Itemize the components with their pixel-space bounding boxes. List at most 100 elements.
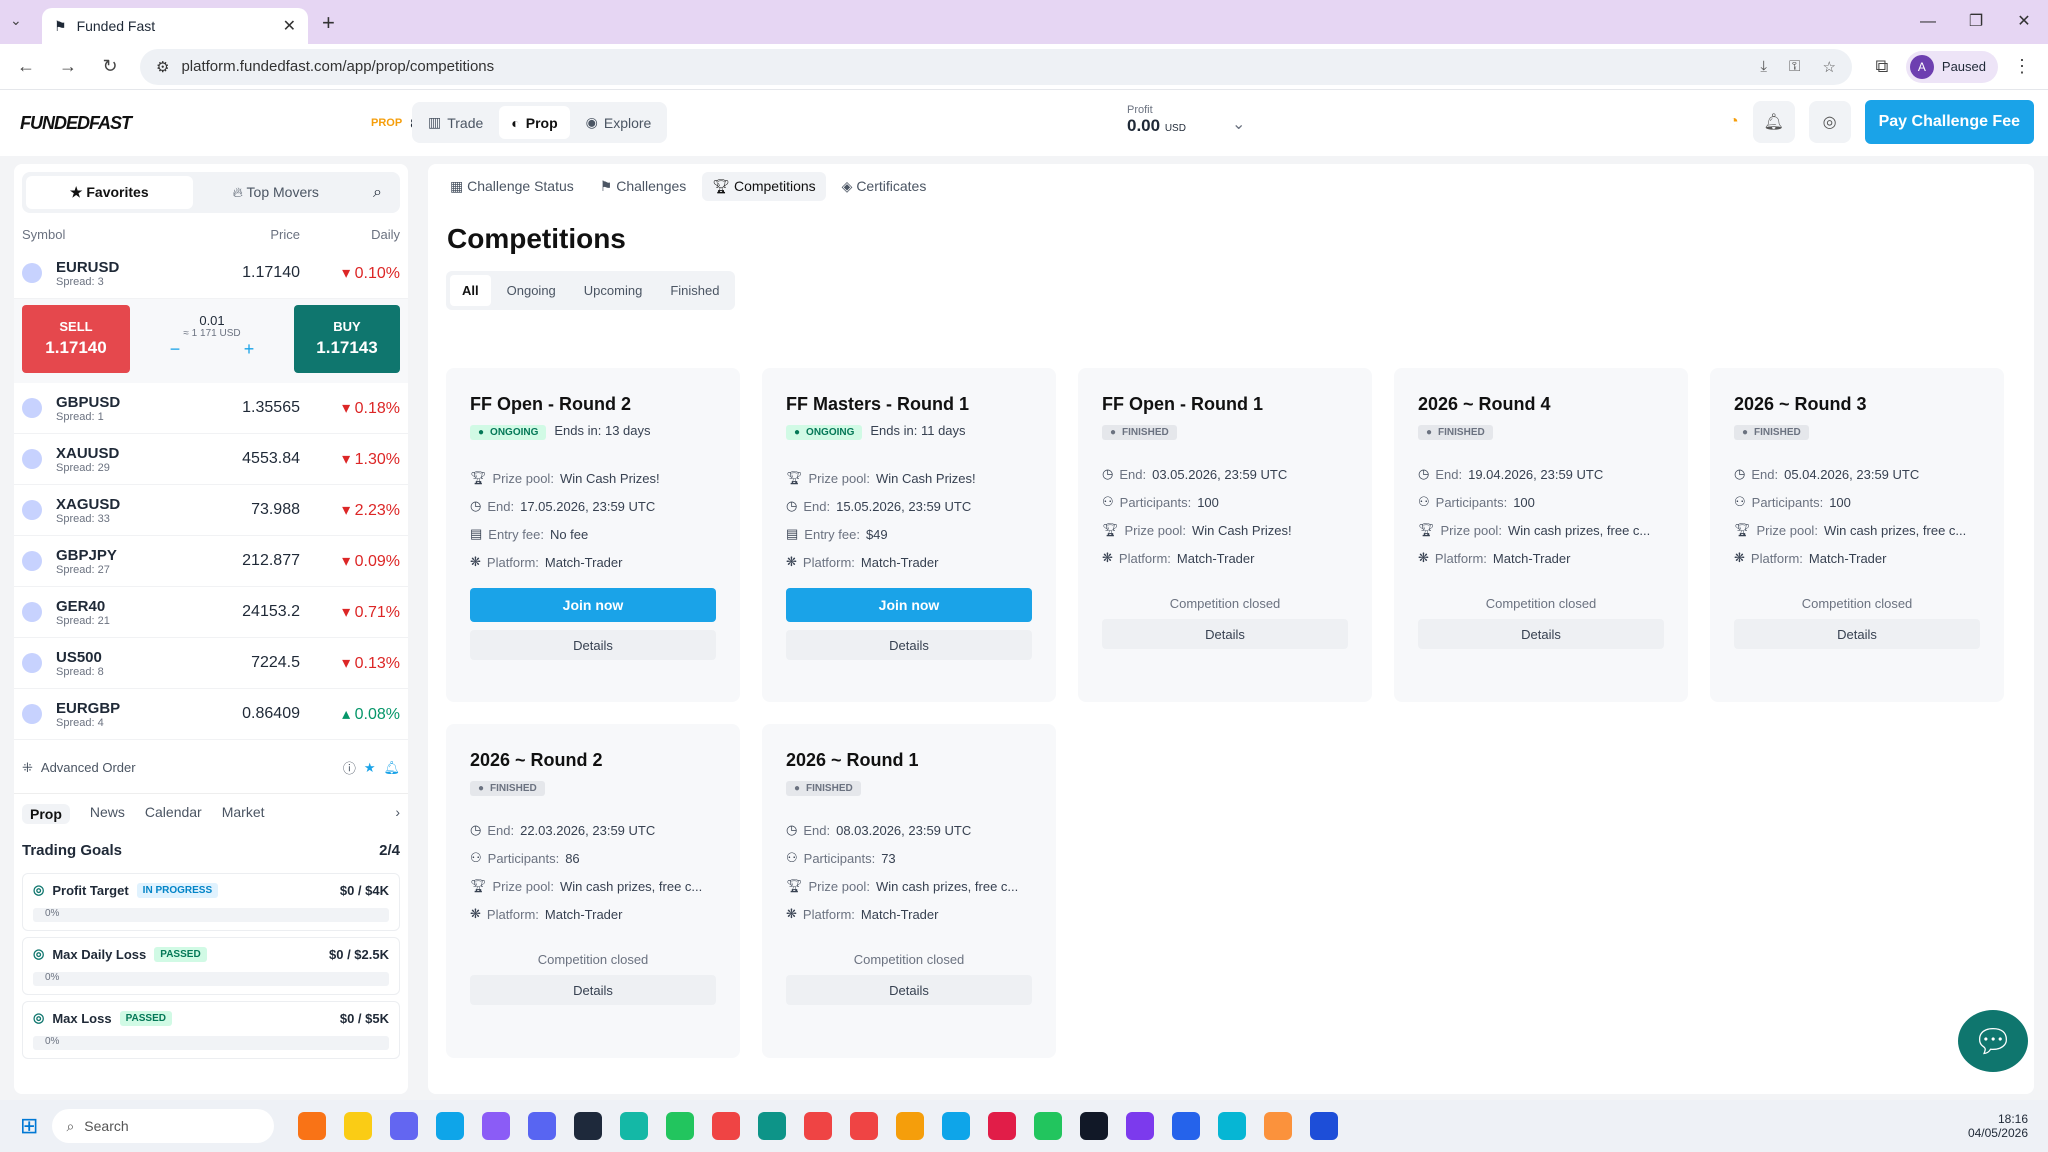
teams-icon[interactable]: [390, 1112, 419, 1140]
filter-ongoing[interactable]: Ongoing: [495, 275, 568, 306]
slack-icon[interactable]: [988, 1112, 1017, 1140]
symbol-row[interactable]: XAGUSD Spread: 33 73.988 ▾ 2.23%: [14, 485, 408, 536]
nav-explore[interactable]: ◉ Explore: [574, 106, 664, 139]
tab-favorites[interactable]: ★ Favorites: [26, 176, 193, 209]
back-icon[interactable]: ←: [8, 56, 44, 77]
drive-icon[interactable]: [666, 1112, 695, 1140]
profile-button[interactable]: A Paused: [1905, 50, 1998, 83]
minus-icon[interactable]: −: [170, 339, 181, 360]
chrome-icon[interactable]: [804, 1112, 833, 1140]
symbol-row[interactable]: EURGBP Spread: 4 0.86409 ▴ 0.08%: [14, 689, 408, 740]
discord-icon[interactable]: [528, 1112, 557, 1140]
details-button[interactable]: Details: [1418, 619, 1664, 649]
details-button[interactable]: Details: [470, 630, 716, 660]
user-icon[interactable]: ◎: [1808, 101, 1851, 143]
minimize-icon[interactable]: —: [1904, 0, 1952, 44]
vpn-icon[interactable]: [574, 1112, 603, 1140]
advanced-order-row[interactable]: ⁜ Advanced Order ⓘ ★ 🔔︎: [14, 750, 408, 785]
star-icon[interactable]: ★: [364, 760, 376, 776]
info-row: ⚇ Participants: 100: [1734, 494, 1851, 510]
plus-icon[interactable]: +: [244, 339, 255, 360]
url-bar[interactable]: ⚙ platform.fundedfast.com/app/prop/compe…: [140, 48, 1852, 85]
chat-icon[interactable]: 💬︎: [1958, 1010, 2028, 1072]
close-window-icon[interactable]: ✕: [2000, 0, 2048, 44]
word-icon[interactable]: [1310, 1112, 1339, 1140]
tab-top-movers[interactable]: 🔥︎ Top Movers: [193, 176, 360, 209]
restore-icon[interactable]: ❐: [1952, 0, 2000, 44]
app-icon[interactable]: [1126, 1112, 1155, 1140]
info-icon[interactable]: ⓘ: [343, 758, 356, 777]
extensions-icon[interactable]: ⧉: [1864, 56, 1900, 77]
nav-prop[interactable]: ◐ Prop: [499, 106, 570, 139]
folder-icon[interactable]: [344, 1112, 373, 1140]
tab-calendar[interactable]: Calendar: [145, 804, 202, 824]
join-now-button[interactable]: Join now: [470, 588, 716, 622]
reload-icon[interactable]: ↻: [92, 56, 128, 77]
outlook-icon[interactable]: [436, 1112, 465, 1140]
symbol-row[interactable]: GBPUSD Spread: 1 1.35565 ▾ 0.18%: [14, 383, 408, 434]
tab-competitions[interactable]: 🏆︎ Competitions: [702, 172, 826, 201]
app-icon[interactable]: [1264, 1112, 1293, 1140]
tab-news[interactable]: News: [90, 804, 125, 824]
system-clock[interactable]: 18:16 04/05/2026: [1968, 1112, 2028, 1140]
password-key-icon[interactable]: ⚿: [1789, 58, 1800, 76]
filter-all[interactable]: All: [450, 275, 491, 306]
taskbar-search[interactable]: ⌕ Search: [52, 1109, 275, 1143]
forward-icon[interactable]: →: [50, 56, 86, 77]
details-button[interactable]: Details: [786, 975, 1032, 1005]
chevron-right-icon[interactable]: ›: [395, 804, 400, 824]
join-now-button[interactable]: Join now: [786, 588, 1032, 622]
symbol-row[interactable]: EURUSD Spread: 3 1.17140 ▾ 0.10%: [14, 248, 408, 299]
details-button[interactable]: Details: [786, 630, 1032, 660]
tab-challenges[interactable]: ⚑ Challenges: [590, 172, 697, 201]
app-icon[interactable]: [482, 1112, 511, 1140]
windows-start-icon[interactable]: ⊞: [20, 1113, 38, 1139]
bell-icon[interactable]: 🔔︎: [1752, 101, 1795, 143]
search-icon[interactable]: ⌕: [359, 184, 396, 202]
firefox-icon[interactable]: [298, 1112, 327, 1140]
sell-button[interactable]: SELL 1.17140: [22, 305, 130, 373]
nav-trade[interactable]: ▥ Trade: [416, 106, 495, 139]
new-tab-icon[interactable]: +: [322, 10, 335, 36]
canva-icon[interactable]: [1172, 1112, 1201, 1140]
symbol-row[interactable]: US500 Spread: 8 7224.5 ▾ 0.13%: [14, 638, 408, 689]
bookmark-star-icon[interactable]: ☆: [1822, 58, 1835, 76]
notes-icon[interactable]: [1080, 1112, 1109, 1140]
details-button[interactable]: Details: [470, 975, 716, 1005]
goal-icon: ◎: [33, 1010, 45, 1025]
tab-prop[interactable]: Prop: [22, 804, 70, 824]
tab-challenge-status[interactable]: ▦ Challenge Status: [440, 172, 584, 201]
alert-icon[interactable]: 🔔︎: [383, 760, 400, 776]
telegram-icon[interactable]: [942, 1112, 971, 1140]
symbol-change: ▴ 0.08%: [342, 706, 400, 723]
tab-certificates[interactable]: ◈ Certificates: [832, 172, 937, 201]
topbar-actions: ◔ 🔔︎ ◎ Pay Challenge Fee: [1729, 100, 2034, 144]
details-button[interactable]: Details: [1102, 619, 1348, 649]
pay-challenge-fee-button[interactable]: Pay Challenge Fee: [1864, 100, 2034, 144]
filter-finished[interactable]: Finished: [658, 275, 731, 306]
app-icon[interactable]: [1218, 1112, 1247, 1140]
site-info-icon[interactable]: ⚙: [156, 58, 169, 76]
logo[interactable]: FUNDEDFAST: [20, 113, 132, 134]
edge-icon[interactable]: [758, 1112, 787, 1140]
menu-icon[interactable]: ⋮: [2004, 56, 2040, 77]
close-tab-icon[interactable]: ✕: [283, 16, 296, 36]
filter-upcoming[interactable]: Upcoming: [572, 275, 655, 306]
buy-button[interactable]: BUY 1.17143: [294, 305, 400, 373]
browser-tab[interactable]: ⚑ Funded Fast ✕: [42, 8, 308, 44]
tab-search-icon[interactable]: ⌄: [10, 12, 22, 29]
symbol-row[interactable]: GBPJPY Spread: 27 212.877 ▾ 0.09%: [14, 536, 408, 587]
app-icon[interactable]: [896, 1112, 925, 1140]
symbol-row[interactable]: XAUUSD Spread: 29 4553.84 ▾ 1.30%: [14, 434, 408, 485]
app-icon[interactable]: [620, 1112, 649, 1140]
install-icon[interactable]: ⤓: [1760, 58, 1767, 76]
whatsapp-icon[interactable]: [1034, 1112, 1063, 1140]
tab-market[interactable]: Market: [222, 804, 265, 824]
chrome-icon[interactable]: [712, 1112, 741, 1140]
symbol-row[interactable]: GER40 Spread: 21 24153.2 ▾ 0.71%: [14, 587, 408, 638]
profit-chevron-icon[interactable]: ⌄: [1232, 114, 1245, 134]
symbol-name: EURGBP: [56, 699, 121, 717]
lot-stepper[interactable]: 0.01 ≈ 1 171 USD − +: [138, 305, 286, 373]
chrome-icon[interactable]: [850, 1112, 879, 1140]
details-button[interactable]: Details: [1734, 619, 1980, 649]
